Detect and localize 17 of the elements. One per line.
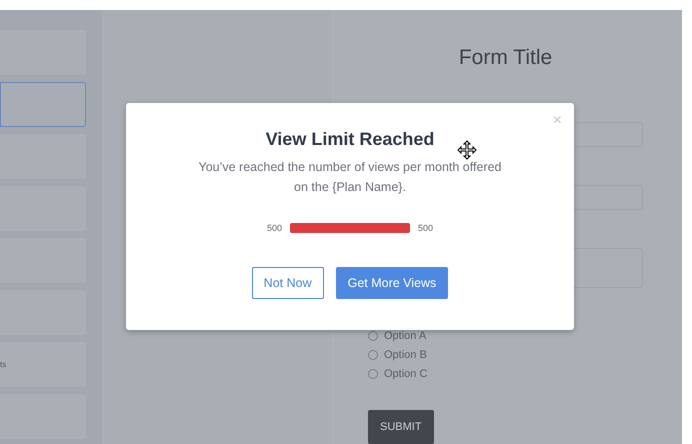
sidebar-card[interactable] <box>0 82 86 127</box>
form-title: Form Title <box>458 45 554 71</box>
meter-min-label: 500 <box>266 223 282 233</box>
modal-button[interactable]: Get More Views <box>336 267 448 299</box>
modal-message: You’ve reached the number of views per month offered on the {Plan Name}. <box>198 159 502 196</box>
submit-button[interactable]: SUBMIT <box>368 410 434 444</box>
option-label: Option A <box>384 330 426 342</box>
option-label: Option C <box>384 368 428 380</box>
move-cursor-icon <box>457 140 477 160</box>
radio-button[interactable] <box>368 369 378 380</box>
sidebar-card[interactable]: ts <box>0 342 86 387</box>
meter-max-label: 500 <box>418 223 434 233</box>
radio-button[interactable] <box>368 350 378 360</box>
modal-button[interactable]: Not Now <box>252 267 324 299</box>
modal-title: View Limit Reached <box>266 128 434 151</box>
radio-button[interactable] <box>368 331 378 342</box>
option-label: Option B <box>384 349 427 362</box>
